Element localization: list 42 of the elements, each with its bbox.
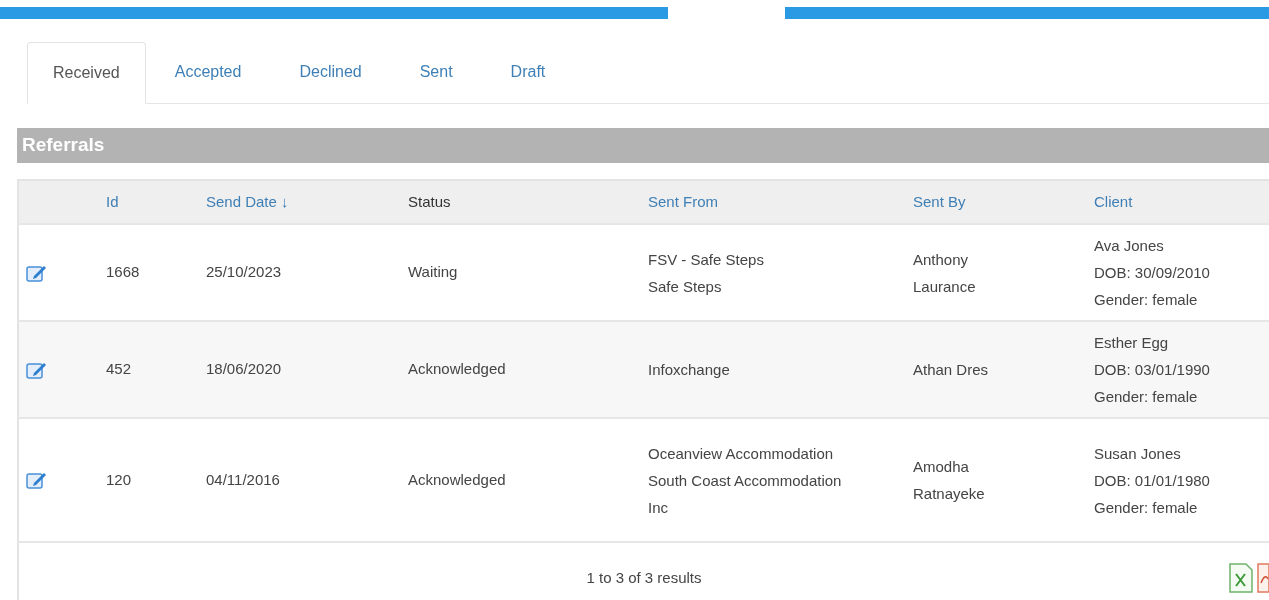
table-cell: Gender: female [1094,388,1198,405]
table-cell: DOB: 30/09/2010 [1094,264,1210,281]
table-cell: Waiting [408,263,458,281]
tab[interactable]: Declined [270,41,391,103]
tab[interactable]: Draft [481,41,575,103]
table-cell: Anthony Laurance [913,250,976,295]
table-cell: DOB: 01/01/1980 [1094,471,1210,489]
table-cell: 18/06/2020 [206,360,282,378]
table-cell: Acknowledged [408,470,506,488]
table-cell: 25/10/2023 [206,263,282,281]
table-cell: Safe Steps [648,277,722,295]
table-cell: FSV - Safe Steps [648,250,764,268]
results-summary: 1 to 3 of 3 results [586,567,702,588]
table-cell: 1668 [106,263,140,281]
column-header[interactable]: Id [106,193,119,210]
table-cell: Esther Egg [1094,334,1169,351]
table-cell: South Coast Accommodation Inc [648,471,842,516]
tab[interactable]: Sent [390,41,482,103]
column-header[interactable]: Client [1094,193,1133,210]
pdf-export-icon[interactable] [1257,563,1269,593]
tab[interactable]: Accepted [145,41,271,103]
tab[interactable]: Received [27,42,146,104]
table-cell: Infoxchange [648,361,730,378]
table-cell: 452 [106,360,132,378]
table-cell: Susan Jones [1094,444,1181,462]
table-cell: Amodha Ratnayeke [913,458,985,502]
table-cell: 04/11/2016 [206,470,280,488]
table-cell: Gender: female [1094,498,1198,516]
column-header[interactable]: Sent By [913,193,966,210]
table-cell: Ava Jones [1094,237,1164,254]
column-header[interactable]: Send Date ↓ [206,193,289,210]
table-cell: Oceanview Accommodation [648,444,834,462]
table-cell: Gender: female [1094,291,1198,308]
table-cell: Athan Dres [913,361,989,378]
spreadsheet-export-icon[interactable] [1229,563,1253,593]
table-cell: 120 [106,470,132,488]
table-cell: Acknowledged [408,360,506,378]
column-header[interactable]: Sent From [648,193,719,210]
panel-header: Referrals [17,128,1269,163]
table-cell: DOB: 03/01/1990 [1094,361,1210,378]
edit-icon[interactable] [26,470,48,490]
column-header: Status [408,193,451,210]
